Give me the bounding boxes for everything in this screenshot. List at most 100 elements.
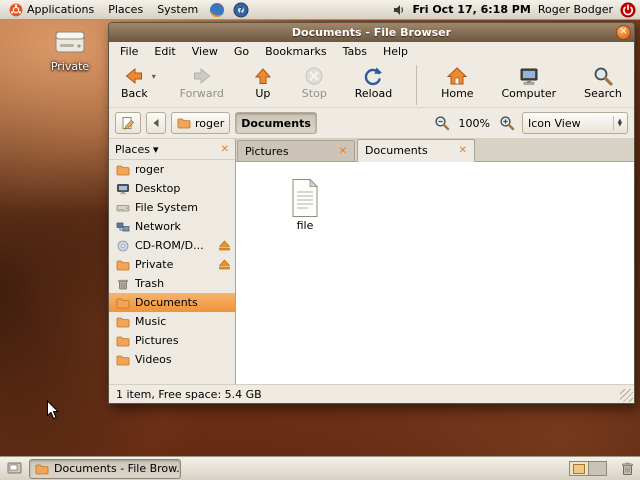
toolbar-separator — [416, 65, 418, 105]
stop-button: Stop — [298, 64, 331, 101]
window-main: Places ▾ ✕ roger Desktop File System Net… — [109, 138, 634, 384]
eject-button[interactable] — [218, 259, 231, 270]
computer-button[interactable]: Computer — [497, 64, 560, 101]
file-list[interactable]: file — [236, 162, 634, 384]
show-desktop-icon — [7, 462, 22, 475]
power-icon — [620, 2, 636, 17]
sidebar-item-private[interactable]: Private — [109, 255, 235, 274]
menu-go[interactable]: Go — [226, 43, 257, 60]
tab-pictures[interactable]: Pictures ✕ — [237, 140, 355, 161]
sidebar-item-network[interactable]: Network — [109, 217, 235, 236]
folder-icon — [116, 316, 130, 328]
search-button[interactable]: Search — [580, 64, 626, 101]
dropdown-icon[interactable]: ▾ — [153, 143, 159, 156]
folder-icon — [116, 297, 130, 309]
search-icon — [592, 65, 614, 87]
workspace-1[interactable] — [570, 462, 588, 475]
menubar: File Edit View Go Bookmarks Tabs Help — [109, 42, 634, 61]
menu-system[interactable]: System — [150, 0, 205, 19]
sidebar-item-pictures[interactable]: Pictures — [109, 331, 235, 350]
window-title: Documents - File Browser — [291, 26, 452, 39]
menu-applications-label: Applications — [27, 3, 95, 16]
edit-location-button[interactable] — [115, 112, 141, 134]
mouse-cursor — [46, 400, 59, 420]
desktop-icon-label: Private — [50, 60, 90, 73]
places-header: Places ▾ ✕ — [109, 139, 235, 160]
show-desktop-button[interactable] — [3, 459, 25, 479]
close-button[interactable]: ✕ — [616, 25, 631, 40]
sidebar-item-documents[interactable]: Documents — [109, 293, 235, 312]
firefox-launcher[interactable] — [205, 0, 229, 19]
workspace-switcher[interactable] — [569, 461, 607, 476]
tab-documents[interactable]: Documents ✕ — [357, 139, 475, 162]
places-header-button[interactable]: Places — [115, 143, 150, 156]
bottom-panel: Documents - File Brow... — [0, 456, 640, 480]
forward-label: Forward — [179, 87, 224, 100]
sidebar-item-file-system[interactable]: File System — [109, 198, 235, 217]
zoom-in-button[interactable] — [497, 112, 517, 134]
content-pane: Pictures ✕ Documents ✕ file — [236, 139, 634, 384]
eject-button[interactable] — [218, 240, 231, 251]
tab-close-button[interactable]: ✕ — [459, 145, 467, 156]
volume-icon[interactable] — [392, 3, 406, 17]
menu-edit[interactable]: Edit — [146, 43, 183, 60]
firefox-icon — [209, 2, 225, 18]
computer-icon — [518, 65, 540, 87]
path-button-documents[interactable]: Documents — [235, 112, 317, 134]
path-button-roger[interactable]: roger — [171, 112, 231, 134]
workspace-2[interactable] — [588, 462, 606, 475]
sidebar-item-videos[interactable]: Videos — [109, 350, 235, 369]
sidebar-item-desktop[interactable]: Desktop — [109, 179, 235, 198]
home-button[interactable]: Home — [437, 64, 477, 101]
quit-button[interactable] — [620, 2, 636, 18]
tab-close-button[interactable]: ✕ — [339, 146, 347, 157]
sidebar-close-button[interactable]: ✕ — [218, 144, 232, 155]
sidebar-item-trash[interactable]: Trash — [109, 274, 235, 293]
up-icon — [252, 65, 274, 87]
menu-places[interactable]: Places — [101, 0, 150, 19]
menu-tabs[interactable]: Tabs — [335, 43, 375, 60]
window-list-label: Documents - File Brow... — [54, 462, 181, 475]
file-label: file — [296, 219, 314, 232]
back-button[interactable]: Back — [117, 64, 152, 101]
desktop-icon — [116, 183, 130, 195]
user-switcher[interactable]: Roger Bodger — [538, 3, 613, 16]
sidebar-item-roger[interactable]: roger — [109, 160, 235, 179]
zoom-out-button[interactable] — [432, 112, 452, 134]
computer-label: Computer — [501, 87, 557, 100]
back-label: Back — [121, 87, 148, 100]
menu-help[interactable]: Help — [375, 43, 416, 60]
document-icon — [272, 178, 338, 218]
reload-button[interactable]: Reload — [351, 64, 396, 101]
folder-icon — [35, 463, 49, 475]
screen: Private Applications Places System ? Fri… — [0, 0, 640, 480]
path-scroll-left-button[interactable] — [146, 112, 166, 134]
clock[interactable]: Fri Oct 17, 6:18 PM — [413, 3, 531, 16]
chevron-down-icon: ▾ — [151, 72, 156, 81]
window-list-button[interactable]: Documents - File Brow... — [29, 458, 181, 479]
close-icon: ✕ — [220, 143, 229, 155]
desktop-icon-private[interactable]: Private — [40, 28, 100, 73]
forward-button: Forward — [176, 64, 228, 101]
up-button[interactable]: Up — [248, 64, 278, 101]
trash-icon — [116, 278, 130, 290]
trash-applet[interactable] — [620, 461, 635, 476]
menu-applications[interactable]: Applications — [2, 0, 101, 19]
folder-icon — [177, 117, 191, 129]
menu-file[interactable]: File — [112, 43, 146, 60]
bottom-panel-right — [569, 457, 637, 480]
menu-places-label: Places — [108, 3, 144, 16]
sidebar-item-cdrom[interactable]: CD-ROM/D... — [109, 236, 235, 255]
stop-label: Stop — [301, 87, 327, 100]
help-launcher[interactable]: ? — [229, 0, 253, 19]
menu-view[interactable]: View — [184, 43, 226, 60]
back-dropdown[interactable]: ▾ — [152, 64, 156, 81]
forward-icon — [191, 65, 213, 87]
file-item-file[interactable]: file — [272, 178, 338, 232]
menu-bookmarks[interactable]: Bookmarks — [257, 43, 334, 60]
titlebar[interactable]: Documents - File Browser ✕ — [109, 23, 634, 42]
view-mode-select[interactable]: Icon View ▲ ▼ — [522, 112, 628, 134]
resize-grip[interactable] — [620, 389, 633, 402]
sidebar-item-music[interactable]: Music — [109, 312, 235, 331]
toolbar: Back ▾ Forward Up Stop Reload Home Compu… — [109, 61, 634, 108]
